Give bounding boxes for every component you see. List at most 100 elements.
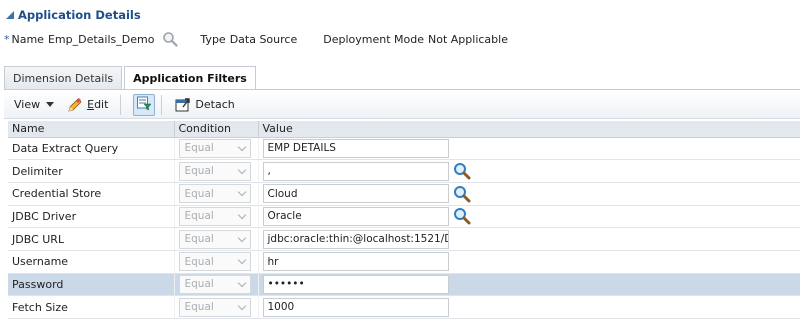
section-header[interactable]: Application Details — [6, 8, 141, 22]
chevron-down-icon — [237, 233, 246, 242]
pencil-icon — [66, 96, 84, 114]
detach-icon — [174, 96, 192, 114]
condition-cell: Equal — [174, 159, 259, 183]
edit-button[interactable]: Edit — [60, 94, 114, 116]
table-row[interactable]: Credential Store Equal Cloud — [8, 182, 800, 206]
condition-cell: Equal — [174, 137, 259, 161]
filter-value-input[interactable]: jdbc:oracle:thin:@localhost:1521/D — [262, 229, 449, 249]
value-cell: Oracle — [258, 205, 800, 229]
detach-button[interactable]: Detach — [168, 94, 240, 116]
filter-name: Data Extract Query — [8, 137, 175, 161]
filter-value-input[interactable]: •••••• — [262, 274, 449, 294]
chevron-down-icon — [46, 102, 55, 107]
value-cell: hr — [258, 250, 800, 274]
tab-application-filters[interactable]: Application Filters — [124, 66, 256, 90]
condition-value: Equal — [184, 210, 214, 223]
application-filters-table: Name Condition Value Data Extract Query E… — [8, 121, 800, 319]
table-row[interactable]: JDBC Driver Equal Oracle — [8, 205, 800, 229]
filter-name: Username — [8, 250, 175, 274]
condition-cell: Equal — [174, 273, 259, 297]
condition-select[interactable]: Equal — [178, 138, 251, 158]
type-value: Data Source — [229, 32, 298, 46]
table-row[interactable]: JDBC URL Equal jdbc:oracle:thin:@localhost… — [8, 227, 800, 251]
application-info-row: * Name Emp_Details_Demo Type Data Source… — [4, 31, 508, 47]
chevron-down-icon — [237, 187, 246, 197]
value-cell: , — [258, 159, 800, 183]
condition-select[interactable]: Equal — [178, 252, 251, 272]
condition-value: Equal — [184, 187, 214, 200]
filter-name: JDBC Driver — [8, 205, 175, 229]
chevron-down-icon — [237, 256, 246, 265]
toolbar: View Edit Detach — [4, 91, 800, 119]
table-row[interactable]: Data Extract Query Equal EMP DETAILS — [8, 137, 800, 161]
condition-cell: Equal — [174, 250, 259, 274]
toolbar-separator — [161, 94, 163, 115]
name-value: Emp_Details_Demo — [47, 32, 155, 46]
condition-select[interactable]: Equal — [178, 184, 251, 204]
column-header-name[interactable]: Name — [8, 121, 175, 138]
condition-cell: Equal — [174, 295, 259, 319]
condition-value: Equal — [184, 301, 214, 314]
table-header-row: Name Condition Value — [8, 121, 800, 138]
query-by-example-button[interactable] — [133, 93, 156, 116]
tab-divider — [4, 89, 800, 90]
search-icon[interactable] — [453, 207, 471, 225]
filter-name: Fetch Size — [8, 295, 175, 319]
chevron-down-icon — [237, 165, 246, 174]
column-header-value[interactable]: Value — [258, 121, 800, 138]
chevron-down-icon — [237, 278, 246, 288]
condition-select[interactable]: Equal — [178, 206, 251, 226]
view-menu-button[interactable]: View — [8, 94, 60, 116]
condition-value: Equal — [184, 278, 214, 291]
collapse-triangle-icon[interactable] — [6, 11, 14, 19]
filter-value-input[interactable]: EMP DETAILS — [262, 138, 449, 158]
condition-cell: Equal — [174, 182, 259, 206]
table-row[interactable]: Fetch Size Equal 1000 — [8, 295, 800, 319]
condition-value: Equal — [184, 142, 214, 155]
deployment-mode-value: Not Applicable — [428, 32, 508, 46]
type-label: Type — [200, 32, 226, 46]
filter-icon — [136, 95, 152, 114]
tab-dimension-details[interactable]: Dimension Details — [4, 66, 123, 89]
tab-bar: Dimension Details Application Filters — [4, 66, 258, 90]
chevron-down-icon — [237, 301, 246, 310]
value-cell: 1000 — [258, 295, 800, 319]
filter-value-input[interactable]: Oracle — [262, 206, 449, 226]
edit-label-rest: dit — [94, 98, 109, 111]
chevron-down-icon — [237, 142, 246, 152]
condition-select[interactable]: Equal — [178, 274, 251, 294]
search-icon[interactable] — [453, 185, 471, 203]
chevron-down-icon — [237, 210, 246, 220]
value-cell: Cloud — [258, 182, 800, 206]
filter-value-input[interactable]: hr — [262, 252, 449, 272]
filter-name: JDBC URL — [8, 227, 175, 251]
condition-cell: Equal — [174, 227, 259, 251]
table-row[interactable]: Password Equal •••••• — [8, 273, 800, 297]
condition-value: Equal — [184, 255, 214, 268]
filter-value-input[interactable]: , — [262, 161, 449, 181]
value-cell: EMP DETAILS — [258, 137, 800, 161]
condition-cell: Equal — [174, 205, 259, 229]
column-header-condition[interactable]: Condition — [174, 121, 259, 138]
filter-value-input[interactable]: 1000 — [262, 297, 449, 317]
section-title: Application Details — [18, 8, 141, 22]
detach-label: Detach — [195, 98, 235, 111]
filter-name: Password — [8, 273, 175, 297]
table-row[interactable]: Username Equal hr — [8, 250, 800, 274]
table-row[interactable]: Delimiter Equal, — [8, 159, 800, 183]
search-icon[interactable] — [162, 31, 179, 47]
filter-name: Credential Store — [8, 182, 175, 206]
condition-select[interactable]: Equal — [178, 297, 251, 317]
required-marker: * — [4, 32, 10, 46]
condition-select[interactable]: Equal — [178, 229, 251, 249]
filter-value-input[interactable]: Cloud — [262, 184, 449, 204]
toolbar-separator — [120, 94, 122, 115]
deployment-mode-label: Deployment Mode — [323, 32, 424, 46]
condition-value: Equal — [184, 165, 214, 178]
view-label: View — [14, 98, 41, 111]
condition-select[interactable]: Equal — [178, 161, 251, 181]
edit-label-first: E — [87, 98, 95, 111]
search-icon[interactable] — [453, 162, 471, 180]
filter-name: Delimiter — [8, 159, 175, 183]
value-cell: •••••• — [258, 273, 800, 297]
